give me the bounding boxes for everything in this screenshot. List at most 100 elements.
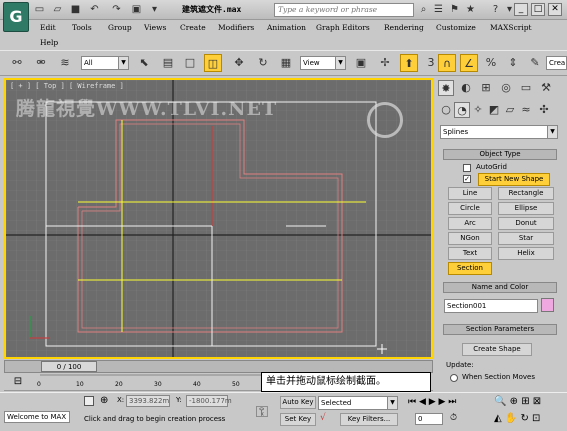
mini-curve-editor-icon[interactable]: ⊟ [10,375,26,389]
maxscript-listener[interactable]: Welcome to MAX [4,411,70,423]
pivot-center-icon[interactable]: ▣ [352,54,370,72]
new-file-icon[interactable]: ▭ [33,3,46,16]
text-button[interactable]: Text [448,247,492,260]
motion-tab-icon[interactable]: ◎ [498,80,514,96]
close-button[interactable]: ✕ [548,3,562,16]
time-config-icon[interactable]: ⏱ [450,413,464,423]
category-dropdown[interactable]: Splines ▼ [440,125,558,139]
select-and-rotate-icon[interactable]: ↻ [254,54,272,72]
modify-tab-icon[interactable]: ◐ [458,80,474,96]
select-and-move-icon[interactable]: ✥ [230,54,248,72]
subscription-icon[interactable]: ☰ [432,3,445,16]
line-button[interactable]: Line [448,187,492,200]
set-key-button[interactable]: Set Key [280,413,316,426]
named-selection-input[interactable]: Crea [546,56,567,70]
auto-key-button[interactable]: Auto Key [280,396,316,409]
redo-icon[interactable]: ↷ [110,3,123,16]
hierarchy-tab-icon[interactable]: ⊞ [478,80,494,96]
cameras-icon[interactable]: ◩ [486,102,502,118]
ngon-button[interactable]: NGon [448,232,492,245]
help-icon[interactable]: ? [489,3,502,16]
search-icon[interactable]: ⌕ [417,3,430,16]
time-slider-thumb[interactable]: 0 / 100 [41,361,97,372]
x-coordinate-field[interactable]: 3393.822m [126,395,170,407]
menu-graph-editors[interactable]: Graph Editors [316,23,370,32]
current-frame-field[interactable]: 0 [415,413,443,425]
section-button[interactable]: Section [448,262,492,275]
open-file-icon[interactable]: ▱ [51,3,64,16]
menu-animation[interactable]: Animation [267,23,306,32]
keyboard-shortcut-override-icon[interactable]: ⬆ [400,54,418,72]
select-by-name-icon[interactable]: ▤ [159,54,177,72]
playback-controls[interactable]: ⏮ ◀ ▶ ▶ ⏭ [408,397,456,407]
menu-create[interactable]: Create [180,23,206,32]
arc-button[interactable]: Arc [448,217,492,230]
select-and-link-icon[interactable]: ⚯ [8,54,26,72]
display-tab-icon[interactable]: ▭ [518,80,534,96]
circle-button[interactable]: Circle [448,202,492,215]
edit-named-selection-icon[interactable]: ✎ [526,54,544,72]
object-name-input[interactable]: Section001 [444,299,538,313]
spinner-snap-icon[interactable]: ⇕ [504,54,522,72]
object-color-swatch[interactable] [541,298,554,312]
viewport-navigation-icons[interactable]: 🔍 ⊕ ⊞ ⊠ [494,396,541,407]
bind-space-warp-icon[interactable]: ≋ [56,54,74,72]
selection-filter-dropdown[interactable]: All ▼ [81,56,129,70]
favorites-icon[interactable]: ★ [464,3,477,16]
communication-icon[interactable]: ⚑ [448,3,461,16]
donut-button[interactable]: Donut [498,217,554,230]
menu-views[interactable]: Views [144,23,166,32]
section-parameters-rollout[interactable]: Section Parameters [443,324,557,335]
absolute-mode-icon[interactable]: ⊕ [100,395,114,407]
menu-rendering[interactable]: Rendering [384,23,424,32]
start-new-shape-button[interactable]: Start New Shape [478,173,550,186]
helpers-icon[interactable]: ▱ [502,102,518,118]
geometry-icon[interactable]: ○ [438,102,454,118]
selection-lock-icon[interactable] [84,396,94,406]
lights-icon[interactable]: ✧ [470,102,486,118]
snaps-toggle-icon[interactable]: ∩ [438,54,456,72]
select-manipulate-icon[interactable]: ✢ [376,54,394,72]
create-shape-button[interactable]: Create Shape [462,343,532,356]
key-mode-dropdown[interactable]: Selected ▼ [318,396,398,410]
select-and-scale-icon[interactable]: ▦ [277,54,295,72]
helix-button[interactable]: Helix [498,247,554,260]
create-tab-icon[interactable]: ✸ [438,80,454,96]
minimize-button[interactable]: _ [514,3,528,16]
y-coordinate-field[interactable]: -1800.177m [186,395,232,407]
systems-icon[interactable]: ✣ [536,102,552,118]
select-object-icon[interactable]: ⬉ [135,54,153,72]
start-new-shape-checkbox[interactable]: ✓ [463,175,471,183]
angle-snap-icon[interactable]: ∠ [460,54,478,72]
save-file-icon[interactable]: ■ [69,3,82,16]
menu-tools[interactable]: Tools [72,23,92,32]
utilities-tab-icon[interactable]: ⚒ [538,80,554,96]
menu-modifiers[interactable]: Modifiers [218,23,254,32]
search-input[interactable]: Type a keyword or phrase [274,3,414,17]
rectangle-button[interactable]: Rectangle [498,187,554,200]
when-section-moves-radio[interactable] [450,374,458,382]
menu-edit[interactable]: Edit [40,23,56,32]
key-icon[interactable]: ⚿ [250,397,274,427]
menu-group[interactable]: Group [108,23,132,32]
key-filters-button[interactable]: Key Filters... [340,413,398,426]
star-button[interactable]: Star [498,232,554,245]
snap-toggle-icon[interactable]: 3 [426,54,436,72]
app-logo-icon[interactable]: G [3,2,29,32]
autogrid-checkbox[interactable] [463,164,471,172]
menu-help[interactable]: Help [40,38,58,47]
ellipse-button[interactable]: Ellipse [498,202,554,215]
viewcube-icon[interactable] [367,102,403,138]
shapes-icon[interactable]: ◔ [454,102,470,118]
space-warps-icon[interactable]: ≈ [518,102,534,118]
viewport-label[interactable]: [ + ] [ Top ] [ Wireframe ] [10,82,124,90]
project-folder-icon[interactable]: ▣ [130,3,143,16]
reference-coord-dropdown[interactable]: View ▼ [300,56,346,70]
menu-maxscript[interactable]: MAXScript [490,23,532,32]
maximize-button[interactable]: □ [531,3,545,16]
top-viewport[interactable]: [ + ] [ Top ] [ Wireframe ] 腾龍視覺WWW.TLVI… [4,78,433,359]
menu-customize[interactable]: Customize [436,23,476,32]
object-type-rollout[interactable]: Object Type [443,149,557,160]
default-tangents-icon[interactable]: √ [320,413,332,425]
viewport-navigation-icons-2[interactable]: ◭ ✋ ↻ ⊡ [494,413,540,424]
